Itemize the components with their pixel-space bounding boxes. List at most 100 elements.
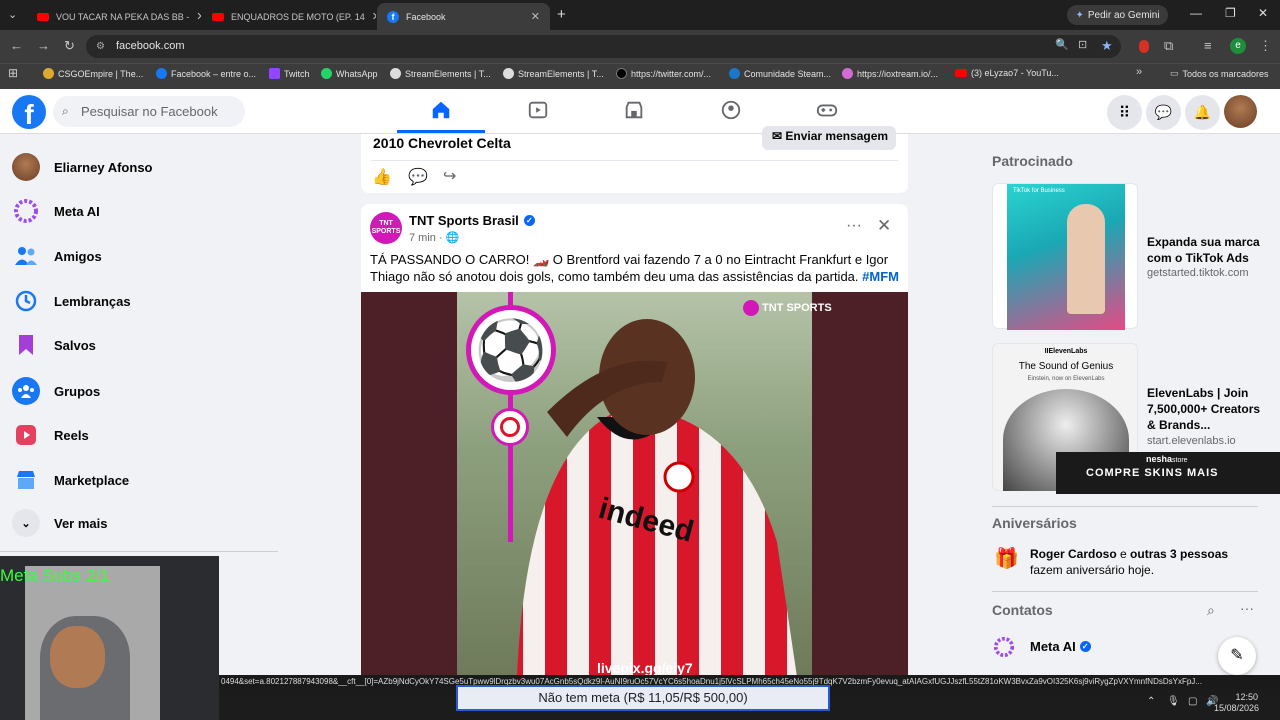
divider [0, 551, 278, 552]
post-time[interactable]: 7 min · 🌐 [409, 231, 459, 244]
apps-icon[interactable]: ⊞ [8, 66, 18, 80]
sidebar-item-saved[interactable]: Salvos [12, 331, 96, 359]
sidebar-item-marketplace[interactable]: Marketplace [12, 466, 129, 494]
nesha-logo: neshastore [1146, 454, 1188, 464]
bookmark-streamelements-1[interactable]: StreamElements | T... [390, 68, 491, 79]
groups-icon [12, 377, 40, 405]
ad-title[interactable]: Expanda sua marca com o TikTok Ads [1147, 234, 1267, 266]
forward-icon[interactable]: → [37, 38, 50, 53]
contact-name: Meta AI [1030, 639, 1076, 654]
ad-creative: TikTok for Business [1007, 184, 1125, 330]
tiktok-ad-image[interactable]: TikTok for Business [992, 183, 1138, 330]
send-message-button[interactable]: ✉ Enviar mensagem [762, 126, 896, 150]
like-icon[interactable]: 👍 [372, 167, 392, 187]
reels-icon [12, 421, 40, 449]
media-icon[interactable]: ≡ [1204, 38, 1212, 53]
author-avatar[interactable]: TNT SPORTS [370, 212, 402, 244]
profile-avatar-button[interactable] [1224, 95, 1257, 128]
bookmark-facebook[interactable]: Facebook – entre o... [156, 68, 256, 79]
avatar [12, 153, 40, 181]
minimize-button[interactable]: — [1190, 6, 1202, 20]
tnt-sports-label: TNT SPORTS [762, 302, 832, 314]
comment-icon[interactable]: 💬 [408, 167, 428, 187]
gemini-button[interactable]: ✦ Pedir ao Gemini [1067, 5, 1168, 25]
video-icon[interactable] [524, 96, 552, 124]
tab-search-icon[interactable]: ⌄ [8, 8, 17, 21]
bookmark-star-icon[interactable]: ★ [1101, 38, 1113, 54]
restore-button[interactable]: ❐ [1225, 6, 1236, 20]
extensions-puzzle-icon[interactable]: ⧉ [1164, 38, 1173, 54]
contact-meta-ai[interactable]: Meta AI ✓ [1030, 639, 1091, 654]
bookmark-ioxtream[interactable]: https://ioxtream.io/... [842, 68, 938, 79]
sidebar-item-groups[interactable]: Grupos [12, 377, 100, 405]
clock[interactable]: 12:50 15/08/2026 [1214, 692, 1259, 714]
sidebar-item-friends[interactable]: Amigos [12, 242, 102, 270]
microphone-icon[interactable]: 🎙 [1167, 696, 1180, 707]
author-name[interactable]: TNT Sports Brasil ✓ [409, 213, 535, 228]
birthday-name[interactable]: Roger Cardoso [1030, 547, 1117, 561]
site-info-icon[interactable]: ⚙ [96, 35, 105, 58]
bookmark-label: https://twitter.com/... [631, 68, 712, 79]
see-more-button[interactable]: ⌄ Ver mais [12, 509, 108, 537]
tab-youtube-1[interactable]: VOU TACAR NA PEKA DAS BB - ✕ [27, 3, 201, 30]
bookmark-twitch[interactable]: Twitch [269, 68, 310, 79]
search-input[interactable]: ⌕ Pesquisar no Facebook [53, 96, 245, 127]
zoom-icon[interactable]: 🔍 [1055, 38, 1069, 51]
sidebar-item-label: Amigos [54, 248, 102, 264]
bookmark-streamelements-2[interactable]: StreamElements | T... [503, 68, 604, 79]
all-bookmarks-folder[interactable]: ▭ Todos os marcadores [1170, 68, 1269, 79]
facebook-logo[interactable]: f [12, 95, 46, 130]
gaming-icon[interactable] [813, 96, 841, 124]
reload-icon[interactable]: ↻ [64, 38, 75, 54]
bookmark-steam[interactable]: Comunidade Steam... [729, 68, 831, 79]
home-icon[interactable] [427, 96, 455, 124]
gemini-label: Pedir ao Gemini [1087, 9, 1160, 21]
close-icon[interactable]: ✕ [196, 10, 201, 23]
sidebar-item-profile[interactable]: Eliarney Afonso [12, 153, 152, 181]
menu-grid-button[interactable]: ⠿ [1107, 95, 1142, 130]
new-tab-button[interactable]: + [557, 6, 566, 23]
ad-url: getstarted.tiktok.com [1147, 267, 1249, 279]
sidebar-item-meta-ai[interactable]: Meta AI [12, 197, 100, 225]
address-bar[interactable]: ⚙ facebook.com [86, 35, 1121, 58]
back-icon[interactable]: ← [10, 38, 23, 53]
close-icon[interactable]: ✕ [372, 10, 376, 23]
bookmark-youtube[interactable]: (3) eLyzao7 - YouTu... [955, 68, 1059, 78]
bookmark-whatsapp[interactable]: WhatsApp [321, 68, 378, 79]
notifications-button[interactable]: 🔔 [1185, 95, 1220, 130]
post-text: TÁ PASSANDO O CARRO! 🏎️ O Brentford vai … [370, 251, 900, 285]
tray-chevron-icon[interactable]: ⌃ [1147, 696, 1155, 707]
more-options-icon[interactable]: ··· [846, 217, 862, 235]
close-icon[interactable]: ✕ [877, 216, 891, 236]
tab-facebook[interactable]: f Facebook ✕ [377, 3, 550, 30]
birthday-text[interactable]: Roger Cardoso e outras 3 pessoas fazem a… [1030, 546, 1258, 578]
install-icon[interactable]: ⊡ [1078, 38, 1087, 51]
menu-icon[interactable]: ⋮ [1259, 38, 1272, 54]
ad-title[interactable]: ElevenLabs | Join 7,500,000+ Creators & … [1147, 385, 1267, 433]
groups-tab-icon[interactable] [717, 96, 745, 124]
marketplace-tab-icon[interactable] [620, 96, 648, 124]
bookmark-csgoempire[interactable]: CSGOEmpire | The... [43, 68, 143, 79]
sidebar-item-reels[interactable]: Reels [12, 421, 89, 449]
sidebar-item-memories[interactable]: Lembranças [12, 287, 131, 315]
messenger-icon: ✉ [772, 129, 786, 143]
network-icon[interactable]: ▢ [1188, 696, 1197, 707]
profile-avatar[interactable]: e [1230, 38, 1246, 54]
active-tab-indicator [397, 130, 485, 133]
window-close-button[interactable]: ✕ [1258, 6, 1268, 20]
more-options-icon[interactable]: ··· [1240, 600, 1254, 616]
share-icon[interactable]: ↪ [443, 166, 456, 186]
ad-creative-label: TikTok for Business [1013, 188, 1065, 194]
hashtag-link[interactable]: #MFM [862, 269, 899, 284]
bookmark-twitter[interactable]: https://twitter.com/... [616, 68, 711, 79]
tab-youtube-2[interactable]: ENQUADROS DE MOTO (EP. 14 ✕ [202, 3, 376, 30]
extension-icon[interactable] [1139, 40, 1149, 53]
youtube-icon [955, 69, 967, 77]
messenger-button[interactable]: 💬 [1146, 95, 1181, 130]
more-bookmarks-icon[interactable]: » [1136, 66, 1142, 78]
close-icon[interactable]: ✕ [531, 10, 540, 23]
search-icon[interactable]: ⌕ [1207, 602, 1215, 619]
tnt-sports-logo: TNT SPORTS [743, 300, 832, 316]
birthday-others[interactable]: outras 3 pessoas [1130, 547, 1228, 561]
new-message-button[interactable]: ✎ [1218, 637, 1256, 675]
